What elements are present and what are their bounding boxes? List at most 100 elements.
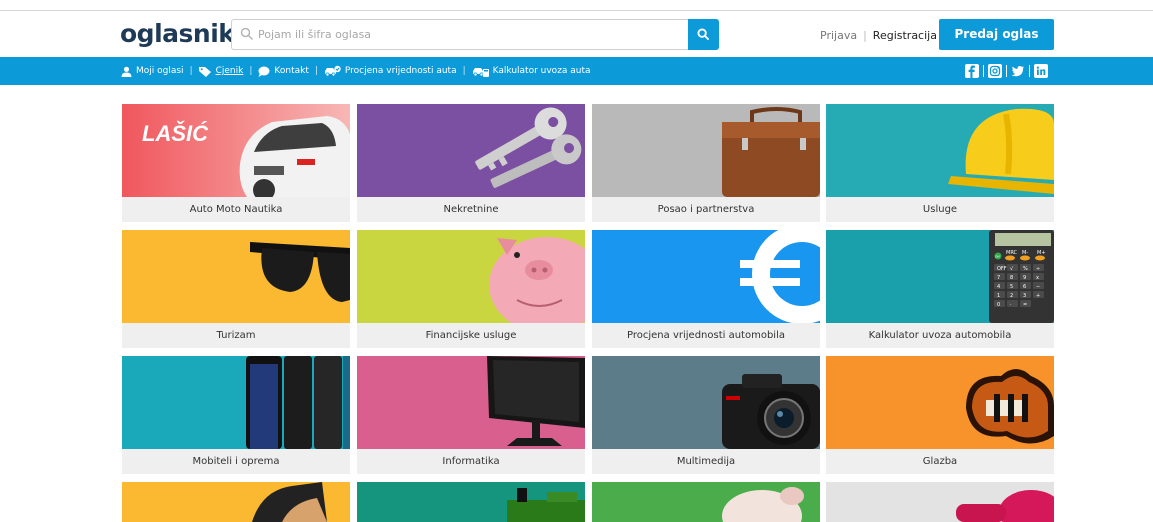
category-image: [122, 482, 350, 522]
calc-key: OFF: [997, 266, 1007, 272]
nav-item-my-ads[interactable]: Moji oglasi: [121, 66, 184, 77]
category-image: [592, 482, 820, 522]
category-label: Mobiteli i oprema: [122, 449, 350, 474]
brand-text: LAŠIĆ: [142, 121, 209, 146]
category-label: Kalkulator uvoza automobila: [826, 323, 1054, 348]
instagram-icon[interactable]: [988, 64, 1002, 78]
category-image: [122, 356, 350, 449]
category-card-finance[interactable]: Financijske usluge: [357, 230, 585, 348]
calc-key: 7: [997, 275, 1000, 281]
calc-key: 8: [1010, 275, 1013, 281]
auth-links: Prijava | Registracija: [820, 29, 937, 42]
calc-key: 9: [1023, 275, 1026, 281]
social-links: [965, 64, 1048, 78]
nav-separator: |: [189, 66, 193, 76]
category-image: [592, 356, 820, 449]
nav-items: Moji oglasi | Cjenik | Kontakt | Procjen…: [121, 57, 591, 85]
social-separator: [1006, 65, 1007, 77]
calc-key: −: [1036, 284, 1040, 290]
calc-key: +: [1036, 293, 1040, 299]
calc-key: ON: [995, 255, 1000, 259]
category-card-partial-4[interactable]: [826, 482, 1054, 522]
category-card-multimedia[interactable]: Multimedija: [592, 356, 820, 474]
car-calc-icon: [472, 68, 489, 77]
category-card-partial-1[interactable]: [122, 482, 350, 522]
category-label: Informatika: [357, 449, 585, 474]
nav-label: Kalkulator uvoza auta: [492, 66, 591, 76]
calc-key: M+: [1037, 250, 1046, 256]
logo[interactable]: oglasnik: [120, 19, 235, 49]
calc-key: 6: [1023, 284, 1026, 290]
chat-icon: [258, 66, 270, 77]
category-card-services[interactable]: Usluge: [826, 104, 1054, 222]
calc-key: M-: [1022, 250, 1028, 256]
header: oglasnik Prijava | Registracija Predaj ogl…: [0, 11, 1153, 57]
auth-separator: |: [863, 29, 867, 42]
nav-label: Cjenik: [215, 66, 244, 76]
calc-key: 1: [997, 293, 1000, 299]
calc-key: MRC: [1006, 250, 1018, 256]
nav-label: Moji oglasi: [136, 66, 184, 76]
category-label: Multimedija: [592, 449, 820, 474]
category-card-import-calculator[interactable]: ON MRC M- M+ OFF √% ÷ 7 8 9 x 4 5 6−1 2 3 +0 · = Kalku…: [826, 230, 1054, 348]
social-separator: [1029, 65, 1030, 77]
nav-bar: Moji oglasi | Cjenik | Kontakt | Procjen…: [0, 57, 1153, 85]
category-card-real-estate[interactable]: Nekretnine: [357, 104, 585, 222]
facebook-icon[interactable]: [965, 64, 979, 78]
linkedin-icon[interactable]: [1034, 64, 1048, 78]
calc-key: 3: [1023, 293, 1026, 299]
register-link[interactable]: Registracija: [873, 29, 937, 42]
category-image: ON MRC M- M+ OFF √% ÷ 7 8 9 x 4 5 6−1 2 3 +0 · =: [826, 230, 1054, 323]
category-image: LAŠIĆ: [122, 104, 350, 197]
category-image: [592, 104, 820, 197]
category-label: Turizam: [122, 323, 350, 348]
category-image: [826, 104, 1054, 197]
tag-icon: [198, 66, 211, 77]
category-label: Glazba: [826, 449, 1054, 474]
category-card-partial-2[interactable]: [357, 482, 585, 522]
category-card-jobs[interactable]: Posao i partnerstva: [592, 104, 820, 222]
calc-key: 2: [1010, 293, 1013, 299]
search-button[interactable]: [688, 19, 719, 50]
category-image: [122, 230, 350, 323]
search-box[interactable]: [231, 19, 719, 50]
social-separator: [983, 65, 984, 77]
nav-label: Procjena vrijednosti auta: [344, 66, 457, 76]
nav-item-contact[interactable]: Kontakt: [258, 66, 309, 77]
category-image: [357, 356, 585, 449]
calc-key: 4: [997, 284, 1000, 290]
search-icon: [697, 28, 710, 41]
login-link[interactable]: Prijava: [820, 29, 857, 42]
nav-item-car-valuation[interactable]: Procjena vrijednosti auta: [324, 65, 457, 77]
calc-key: ÷: [1036, 266, 1040, 272]
category-image: [592, 230, 820, 323]
category-image: [826, 482, 1054, 522]
calc-key: %: [1023, 266, 1028, 272]
category-card-it[interactable]: Informatika: [357, 356, 585, 474]
car-check-icon: [324, 65, 341, 77]
twitter-icon[interactable]: [1011, 64, 1025, 78]
search-icon: [240, 27, 254, 41]
search-input[interactable]: [258, 20, 688, 49]
calc-key-bg: [1007, 300, 1018, 307]
nav-item-import-calculator[interactable]: Kalkulator uvoza auta: [472, 65, 591, 77]
calc-key: x: [1036, 275, 1039, 281]
category-card-partial-3[interactable]: [592, 482, 820, 522]
calc-key: 0: [997, 302, 1000, 308]
category-card-car-valuation[interactable]: Procjena vrijednosti automobila: [592, 230, 820, 348]
category-card-auto[interactable]: LAŠIĆ Auto Moto Nautika: [122, 104, 350, 222]
category-image: [357, 482, 585, 522]
category-label: Usluge: [826, 197, 1054, 222]
category-card-music[interactable]: Glazba: [826, 356, 1054, 474]
calc-key: =: [1023, 302, 1027, 308]
category-image: [357, 230, 585, 323]
calc-key: 5: [1010, 284, 1013, 290]
nav-item-pricing[interactable]: Cjenik: [198, 66, 244, 77]
nav-separator: |: [314, 66, 318, 76]
category-card-tourism[interactable]: Turizam: [122, 230, 350, 348]
nav-separator: |: [462, 66, 466, 76]
category-card-mobile[interactable]: Mobiteli i oprema: [122, 356, 350, 474]
post-ad-button[interactable]: Predaj oglas: [939, 19, 1054, 50]
category-label: Posao i partnerstva: [592, 197, 820, 222]
nav-separator: |: [249, 66, 253, 76]
